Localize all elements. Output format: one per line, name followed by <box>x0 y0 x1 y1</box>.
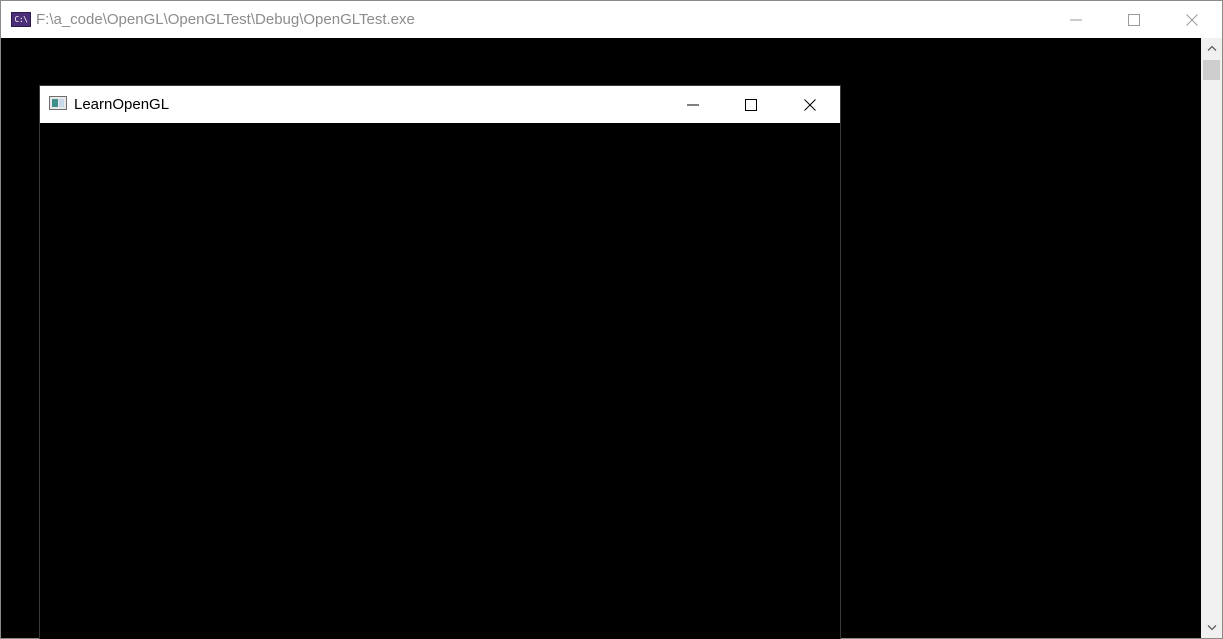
minimize-icon <box>687 104 699 105</box>
scroll-down-button[interactable] <box>1201 618 1222 638</box>
learnopengl-close-button[interactable] <box>781 86 839 123</box>
console-close-button[interactable] <box>1163 1 1221 38</box>
close-icon <box>1186 13 1198 26</box>
scroll-thumb[interactable] <box>1203 60 1220 80</box>
chevron-down-icon <box>1207 625 1216 631</box>
console-titlebar[interactable]: C:\ F:\a_code\OpenGL\OpenGLTest\Debug\Op… <box>1 1 1222 38</box>
window-app-icon <box>49 96 67 110</box>
console-maximize-button[interactable] <box>1105 1 1163 38</box>
console-icon: C:\ <box>11 12 31 27</box>
console-window-title: F:\a_code\OpenGL\OpenGLTest\Debug\OpenGL… <box>36 11 415 28</box>
scroll-up-button[interactable] <box>1201 38 1222 58</box>
learnopengl-maximize-button[interactable] <box>722 86 780 123</box>
console-scrollbar[interactable] <box>1201 38 1222 638</box>
maximize-icon <box>745 98 757 111</box>
learnopengl-titlebar[interactable]: LearnOpenGL <box>40 86 840 123</box>
learnopengl-window: LearnOpenGL <box>39 85 841 639</box>
chevron-up-icon <box>1207 45 1216 51</box>
learnopengl-window-title: LearnOpenGL <box>74 96 170 113</box>
console-minimize-button[interactable] <box>1047 1 1105 38</box>
learnopengl-minimize-button[interactable] <box>664 86 722 123</box>
minimize-icon <box>1070 19 1082 20</box>
opengl-render-canvas[interactable] <box>40 123 840 639</box>
close-icon <box>804 98 816 111</box>
maximize-icon <box>1128 13 1140 26</box>
